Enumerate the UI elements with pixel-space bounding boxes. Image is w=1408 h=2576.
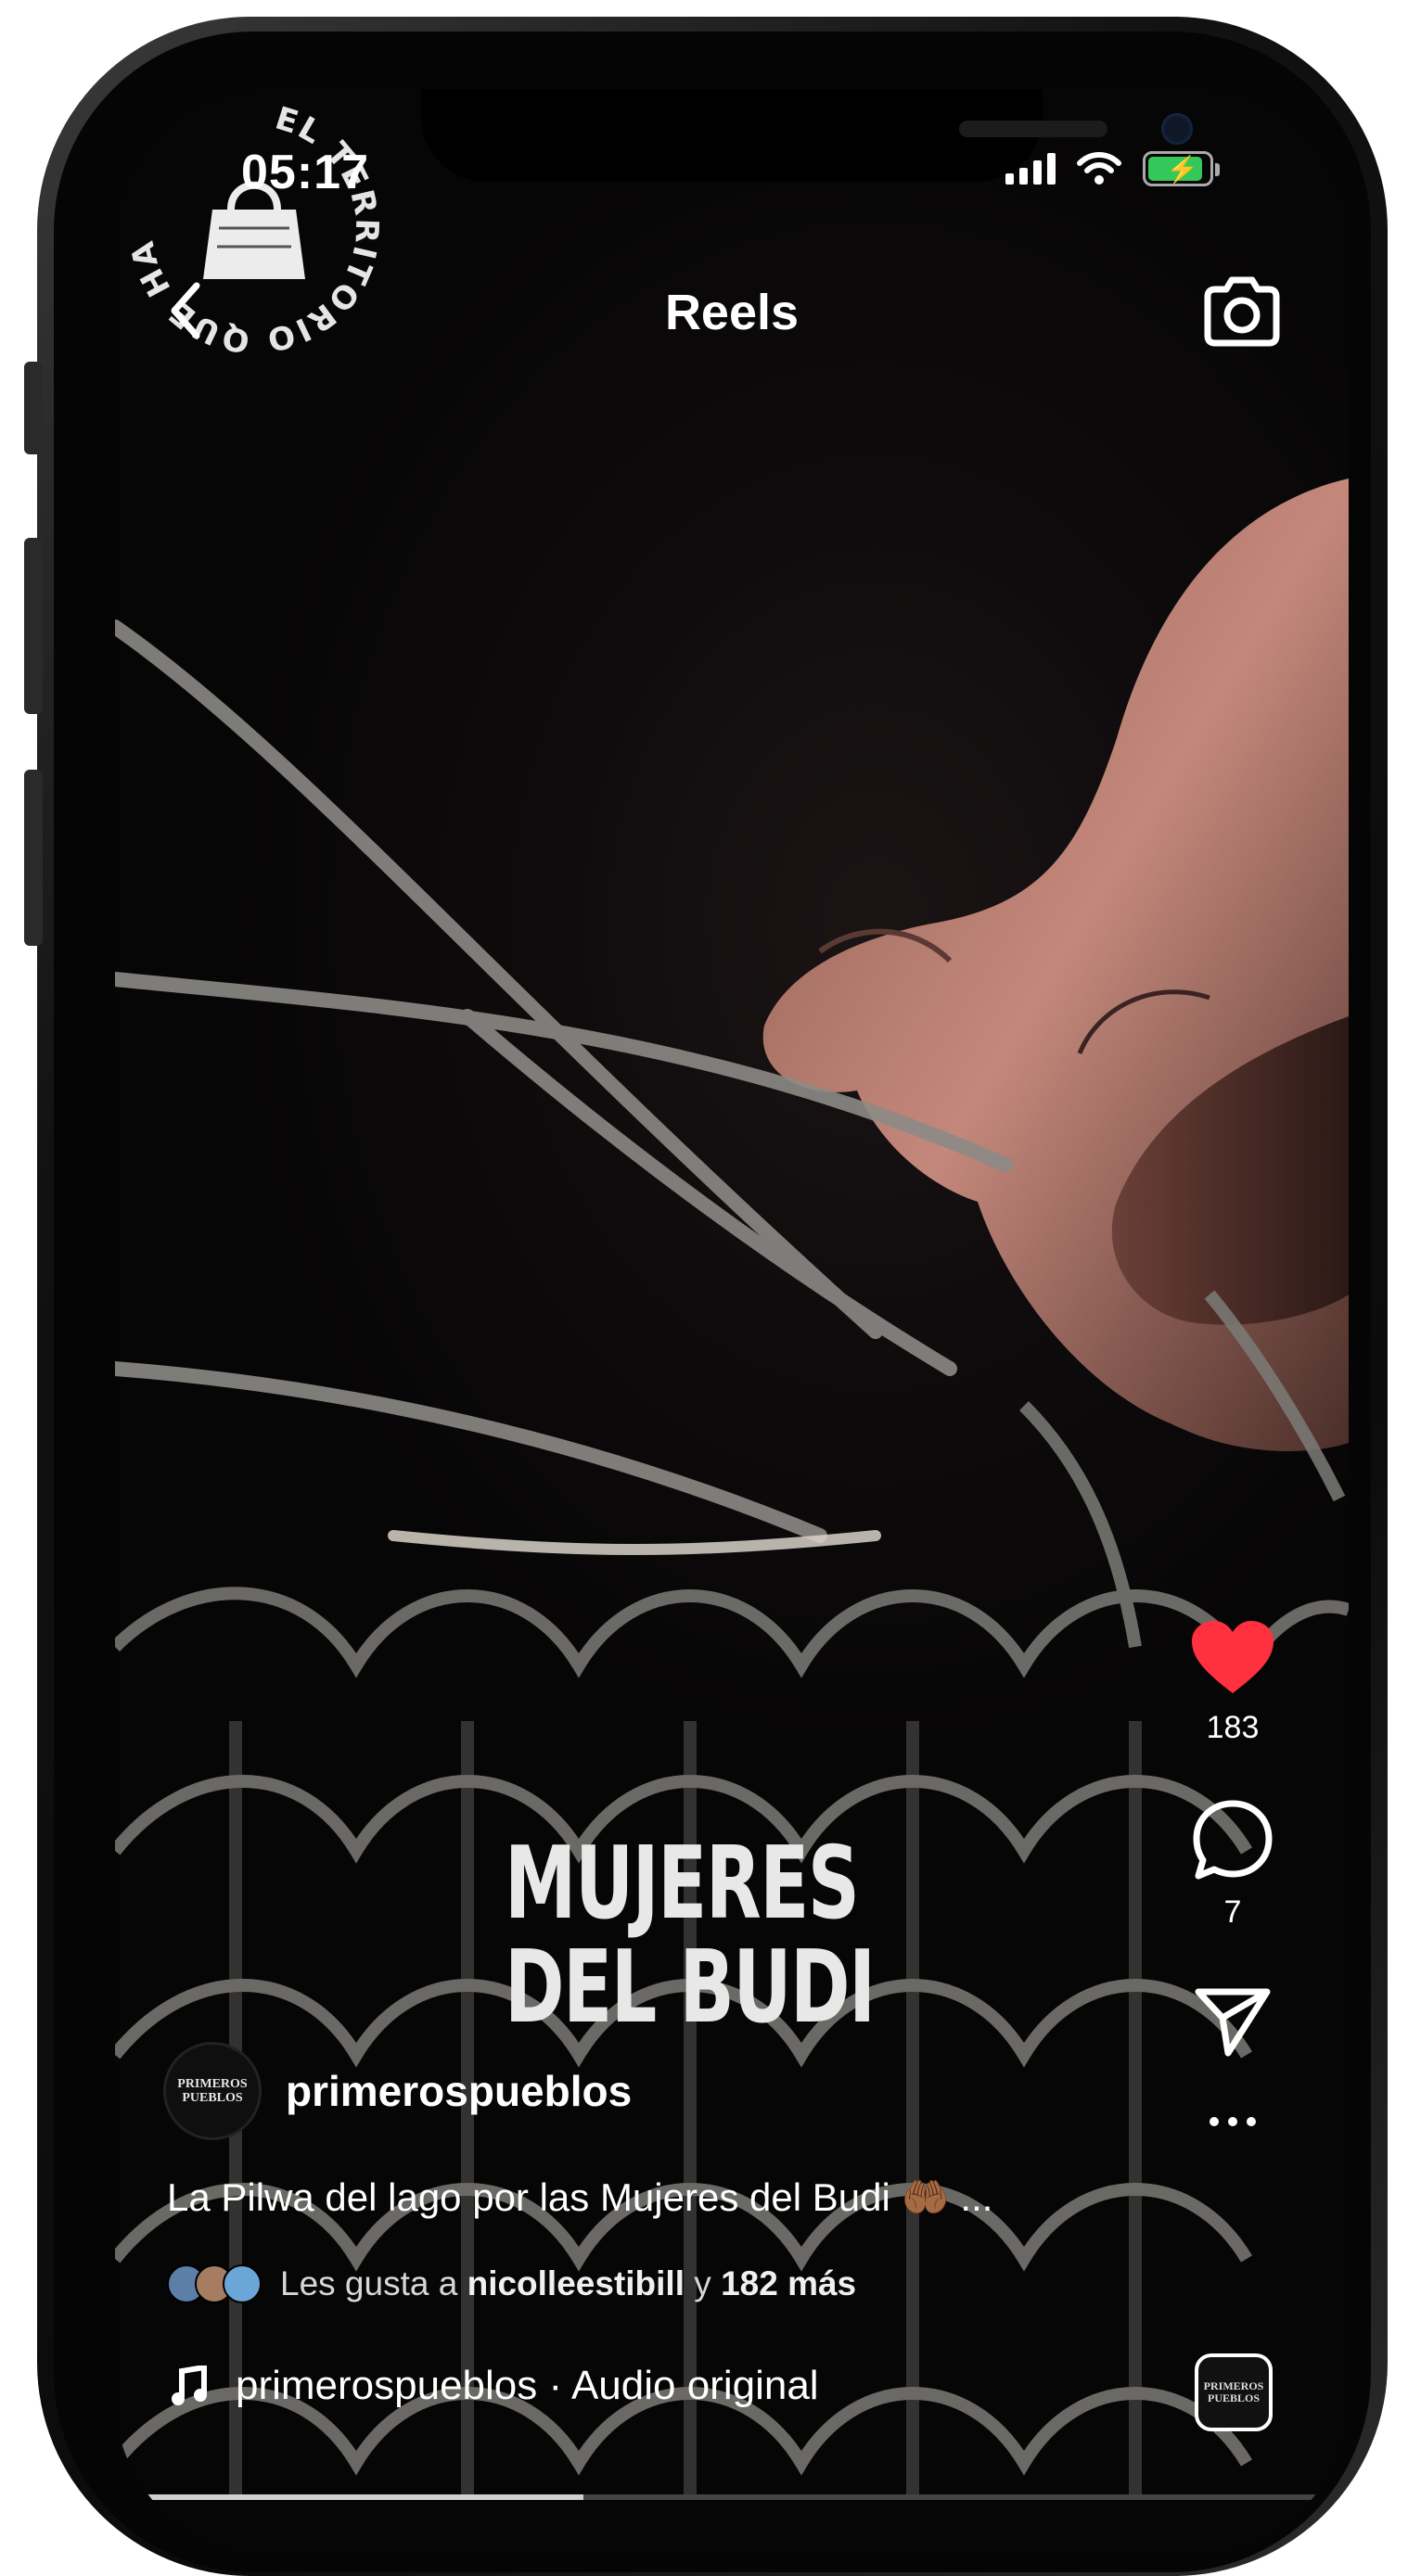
cellular-signal-icon xyxy=(1005,153,1056,185)
volume-up-button xyxy=(24,538,43,714)
like-count[interactable]: 183 xyxy=(1207,1710,1260,1746)
page-title: Reels xyxy=(664,285,800,340)
liked-by-others[interactable]: 182 más xyxy=(721,2264,856,2302)
earpiece-speaker xyxy=(959,121,1107,137)
like-heart-icon[interactable] xyxy=(1190,1619,1275,1697)
account-row[interactable]: PRIMEROS PUEBLOS primerospueblos xyxy=(163,2042,632,2140)
phone-screen: EL TERRITORIO QUE HABLA MUJERES DEL BUDI… xyxy=(115,89,1349,2556)
audio-label[interactable]: primerospueblos · Audio original xyxy=(236,2363,819,2409)
post-caption[interactable]: La Pilwa del lago por las Mujeres del Bu… xyxy=(167,2175,992,2221)
account-avatar[interactable]: PRIMEROS PUEBLOS xyxy=(163,2042,262,2140)
video-progress-bar[interactable] xyxy=(115,2494,1349,2500)
audio-row[interactable]: primerospueblos · Audio original xyxy=(171,2363,819,2409)
battery-charging-icon: ⚡ xyxy=(1143,151,1220,186)
video-progress-fill xyxy=(115,2494,584,2500)
liked-by-row[interactable]: Les gusta a nicolleestibill y 182 más xyxy=(167,2264,856,2303)
title-line-1: MUJERES xyxy=(505,1826,860,1942)
volume-down-button xyxy=(24,770,43,946)
notch xyxy=(421,89,1193,182)
wifi-icon xyxy=(1077,152,1121,185)
mute-switch xyxy=(24,362,43,454)
liker-avatars xyxy=(167,2264,262,2303)
front-camera xyxy=(1161,113,1193,145)
comment-count[interactable]: 7 xyxy=(1224,1894,1242,1931)
music-note-icon xyxy=(172,2366,207,2405)
audio-thumbnail[interactable]: PRIMEROS PUEBLOS xyxy=(1195,2353,1273,2431)
title-line-2: DEL BUDI xyxy=(505,1930,876,2046)
more-options-icon[interactable] xyxy=(1205,2112,1261,2131)
status-indicators: ⚡ xyxy=(1005,150,1220,187)
comment-bubble-icon[interactable] xyxy=(1191,1798,1274,1881)
reel-actions: 183 7 xyxy=(1182,1619,1284,2131)
account-name[interactable]: primerospueblos xyxy=(286,2066,632,2116)
video-title-card: MUJERES DEL BUDI xyxy=(505,1826,876,2046)
status-time: 05:17 xyxy=(241,146,369,199)
share-send-icon[interactable] xyxy=(1193,1984,1273,2059)
liked-by-user[interactable]: nicolleestibill xyxy=(467,2264,685,2302)
liked-by-text: Les gusta a nicolleestibill y 182 más xyxy=(280,2264,857,2302)
camera-icon[interactable] xyxy=(1200,274,1284,349)
